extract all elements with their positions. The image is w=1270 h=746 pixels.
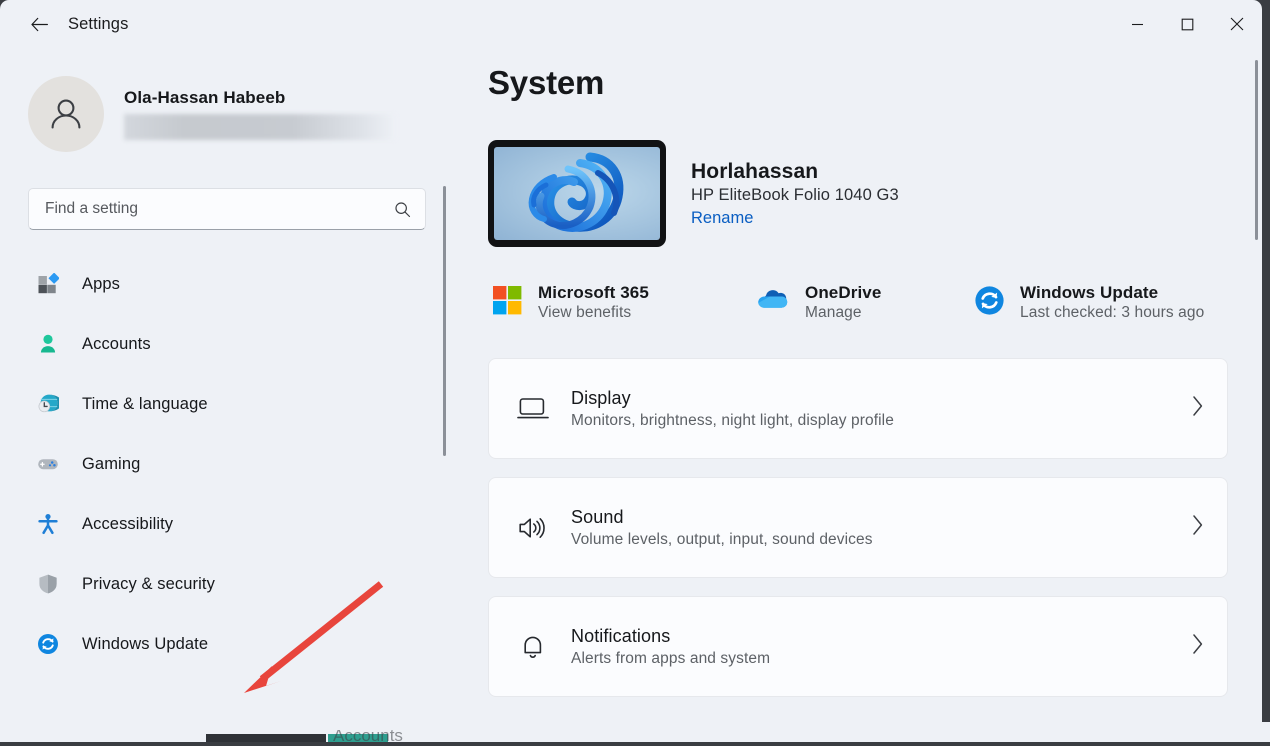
quick-link-subtitle: Last checked: 3 hours ago: [1020, 304, 1204, 322]
avatar: [28, 76, 104, 152]
quick-link-onedrive[interactable]: OneDrive Manage: [748, 277, 970, 328]
sidebar-item-windows-update[interactable]: Windows Update: [22, 624, 422, 664]
chevron-right-icon: [1190, 394, 1205, 423]
microsoft-logo-icon: [492, 285, 523, 321]
sidebar-item-label: Privacy & security: [82, 575, 215, 594]
device-thumbnail: [488, 140, 666, 247]
shield-icon: [36, 572, 60, 596]
sidebar-item-accessibility[interactable]: Accessibility: [22, 504, 422, 544]
quick-link-texts: Windows Update Last checked: 3 hours ago: [1020, 283, 1204, 322]
sidebar-item-gaming[interactable]: Gaming: [22, 444, 422, 484]
settings-card-title: Sound: [571, 507, 1190, 528]
settings-cards: Display Monitors, brightness, night ligh…: [488, 358, 1262, 697]
accessibility-person-icon: [36, 512, 60, 536]
search-box[interactable]: [28, 188, 426, 230]
search-icon[interactable]: [394, 201, 411, 218]
sidebar-item-label: Apps: [82, 275, 120, 294]
quick-link-subtitle: Manage: [805, 304, 881, 322]
apps-icon: [36, 272, 60, 296]
settings-card-subtitle: Monitors, brightness, night light, displ…: [571, 412, 1190, 430]
quick-link-texts: OneDrive Manage: [805, 283, 881, 322]
speaker-icon: [517, 514, 561, 542]
sidebar-item-privacy-security[interactable]: Privacy & security: [22, 564, 422, 604]
sidebar: Ola-Hassan Habeeb: [0, 48, 466, 730]
quick-links-row: Microsoft 365 View benefits OneDrive: [488, 277, 1262, 328]
account-name: Ola-Hassan Habeeb: [124, 88, 396, 108]
accounts-person-icon: [36, 332, 60, 356]
person-avatar-icon: [44, 92, 88, 136]
sidebar-nav: Apps Accounts: [28, 264, 466, 664]
settings-card-texts: Display Monitors, brightness, night ligh…: [571, 388, 1190, 430]
windows-bloom-wallpaper-thumbnail: [494, 147, 660, 240]
quick-link-title: OneDrive: [805, 283, 881, 303]
account-email-redacted: [124, 114, 396, 140]
settings-card-texts: Sound Volume levels, output, input, soun…: [571, 507, 1190, 549]
window-body: Ola-Hassan Habeeb: [0, 48, 1262, 730]
sidebar-item-label: Accessibility: [82, 515, 173, 534]
quick-link-title: Windows Update: [1020, 283, 1204, 303]
device-model: HP EliteBook Folio 1040 G3: [691, 186, 899, 205]
bell-icon: [517, 633, 561, 661]
app-title: Settings: [68, 15, 128, 34]
account-header[interactable]: Ola-Hassan Habeeb: [28, 68, 466, 160]
rename-link[interactable]: Rename: [691, 209, 753, 228]
settings-card-sound[interactable]: Sound Volume levels, output, input, soun…: [488, 477, 1228, 578]
quick-link-windows-update[interactable]: Windows Update Last checked: 3 hours ago: [966, 277, 1212, 328]
sidebar-item-accounts[interactable]: Accounts: [22, 324, 422, 364]
settings-card-display[interactable]: Display Monitors, brightness, night ligh…: [488, 358, 1228, 459]
settings-card-title: Notifications: [571, 626, 1190, 647]
gaming-controller-icon: [36, 452, 60, 476]
settings-card-notifications[interactable]: Notifications Alerts from apps and syste…: [488, 596, 1228, 697]
account-text: Ola-Hassan Habeeb: [124, 88, 396, 140]
back-arrow-icon: [29, 14, 50, 35]
quick-link-texts: Microsoft 365 View benefits: [538, 283, 649, 322]
sidebar-item-label: Windows Update: [82, 635, 208, 654]
device-meta: Horlahassan HP EliteBook Folio 1040 G3 R…: [691, 160, 899, 228]
background-strip-dark: [206, 734, 326, 742]
settings-card-subtitle: Volume levels, output, input, sound devi…: [571, 531, 1190, 549]
windows-update-sync-icon: [36, 632, 60, 656]
close-button[interactable]: [1212, 0, 1262, 48]
quick-link-microsoft-365[interactable]: Microsoft 365 View benefits: [484, 277, 752, 328]
search-input[interactable]: [45, 200, 394, 218]
device-name: Horlahassan: [691, 160, 899, 184]
main-content: System: [466, 48, 1262, 730]
sidebar-item-time-language[interactable]: Time & language: [22, 384, 422, 424]
onedrive-cloud-icon: [756, 286, 790, 319]
monitor-icon: [517, 395, 561, 423]
settings-window: Settings: [0, 0, 1262, 730]
maximize-icon: [1181, 18, 1194, 31]
sidebar-item-label: Gaming: [82, 455, 140, 474]
minimize-button[interactable]: [1112, 0, 1162, 48]
device-summary: Horlahassan HP EliteBook Folio 1040 G3 R…: [488, 140, 1262, 247]
content-scrollbar[interactable]: [1255, 60, 1258, 240]
sidebar-item-label: Accounts: [82, 335, 151, 354]
chevron-right-icon: [1190, 632, 1205, 661]
settings-card-title: Display: [571, 388, 1190, 409]
settings-card-subtitle: Alerts from apps and system: [571, 650, 1190, 668]
quick-link-title: Microsoft 365: [538, 283, 649, 303]
sidebar-scrollbar[interactable]: [443, 186, 446, 456]
window-controls: [1112, 0, 1262, 48]
sidebar-item-apps[interactable]: Apps: [22, 264, 422, 304]
maximize-button[interactable]: [1162, 0, 1212, 48]
settings-card-texts: Notifications Alerts from apps and syste…: [571, 626, 1190, 668]
sidebar-item-label: Time & language: [82, 395, 208, 414]
minimize-icon: [1131, 18, 1144, 31]
page-title: System: [488, 64, 1262, 102]
time-language-globe-clock-icon: [36, 392, 60, 416]
chevron-right-icon: [1190, 513, 1205, 542]
close-icon: [1230, 17, 1244, 31]
windows-update-sync-icon: [974, 285, 1005, 321]
title-bar: Settings: [0, 0, 1262, 48]
back-button[interactable]: [22, 8, 56, 40]
quick-link-subtitle: View benefits: [538, 304, 649, 322]
